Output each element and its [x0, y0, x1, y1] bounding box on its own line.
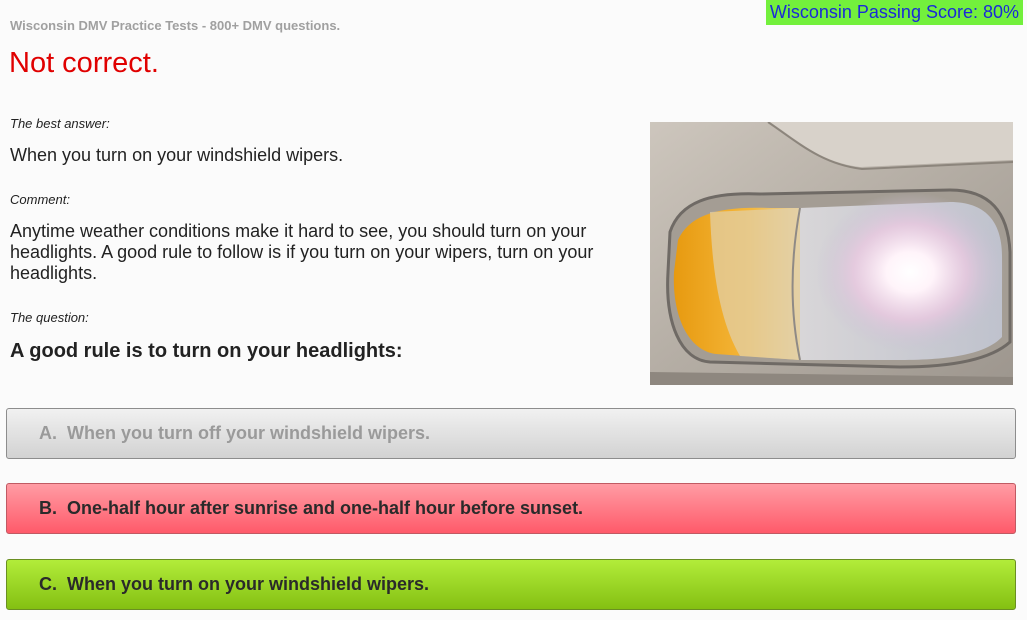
answer-letter: A.: [39, 423, 57, 443]
comment-text: Anytime weather conditions make it hard …: [10, 221, 594, 283]
answer-letter: C.: [39, 574, 57, 594]
verdict-heading: Not correct.: [9, 47, 159, 79]
question-label: The question:: [10, 310, 89, 325]
best-answer-label: The best answer:: [10, 116, 110, 131]
question-text: A good rule is to turn on your headlight…: [10, 340, 403, 362]
site-title: Wisconsin DMV Practice Tests - 800+ DMV …: [10, 18, 341, 33]
passing-score-badge: Wisconsin Passing Score: 80%: [765, 0, 1023, 25]
comment-label: Comment:: [10, 192, 70, 207]
answer-option-c[interactable]: C. When you turn on your windshield wiper…: [6, 559, 1016, 610]
answer-text: When you turn off your windshield wipers…: [67, 423, 431, 443]
answer-option-a[interactable]: A. When you turn off your windshield wipe…: [6, 408, 1016, 459]
answer-text: One-half hour after sunrise and one-half…: [67, 498, 584, 518]
answer-letter: B.: [39, 498, 57, 518]
answer-option-b[interactable]: B. One-half hour after sunrise and one-ha…: [6, 483, 1016, 534]
headlight-image: [650, 122, 1013, 385]
answer-text: When you turn on your windshield wipers.: [67, 574, 430, 594]
best-answer-text: When you turn on your windshield wipers.: [10, 145, 344, 165]
